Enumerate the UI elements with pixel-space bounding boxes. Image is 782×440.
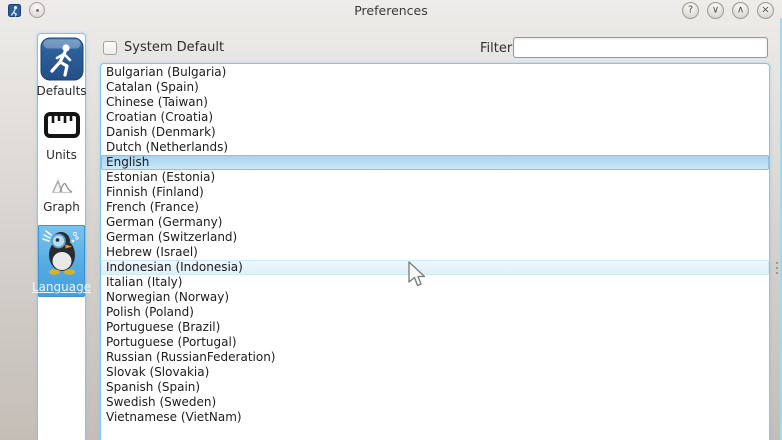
language-list-item[interactable]: Chinese (Taiwan) [101, 95, 769, 110]
sidebar-nav: Defaults Units Graph Language [37, 33, 86, 440]
language-list-item[interactable]: Russian (RussianFederation) [101, 350, 769, 365]
sidebar-item-label: Defaults [36, 84, 86, 98]
language-list-item[interactable]: Croatian (Croatia) [101, 110, 769, 125]
system-default-checkbox[interactable] [103, 41, 117, 55]
language-list-item[interactable]: German (Switzerland) [101, 230, 769, 245]
language-list-item[interactable]: Norwegian (Norway) [101, 290, 769, 305]
system-default-label[interactable]: System Default [124, 40, 224, 55]
language-list-item[interactable]: Hebrew (Israel) [101, 245, 769, 260]
filter-label: Filter [480, 41, 512, 56]
shade-down-icon: ∨ [712, 5, 719, 15]
language-list-item[interactable]: Portuguese (Brazil) [101, 320, 769, 335]
sidebar-item-language[interactable]: Language [38, 225, 85, 297]
language-list-item[interactable]: Dutch (Netherlands) [101, 140, 769, 155]
titlebar-buttons: ? ∨ ∧ × [682, 2, 774, 19]
language-list-item[interactable]: French (France) [101, 200, 769, 215]
shade-up-icon: ∧ [737, 5, 744, 15]
language-list-item[interactable]: Polish (Poland) [101, 305, 769, 320]
language-list-item[interactable]: Bulgarian (Bulgaria) [101, 65, 769, 80]
sidebar-item-defaults[interactable]: Defaults [38, 37, 85, 98]
sidebar-item-graph[interactable]: Graph [38, 177, 85, 214]
shade-down-button[interactable]: ∨ [707, 2, 724, 19]
language-list-item[interactable]: Danish (Denmark) [101, 125, 769, 140]
language-list-item[interactable]: Finnish (Finland) [101, 185, 769, 200]
resize-grip[interactable] [776, 262, 778, 264]
language-list-item[interactable]: Portuguese (Portugal) [101, 335, 769, 350]
titlebar: Preferences ? ∨ ∧ × [0, 0, 782, 21]
sidebar-item-label: Language [32, 280, 91, 294]
shade-up-button[interactable]: ∧ [732, 2, 749, 19]
language-icon [42, 229, 82, 278]
language-list-item[interactable]: Estonian (Estonia) [101, 170, 769, 185]
help-button[interactable]: ? [682, 2, 699, 19]
language-list-item[interactable]: Spanish (Spain) [101, 380, 769, 395]
graph-icon [51, 177, 73, 197]
filter-input[interactable] [513, 37, 768, 58]
language-list-item[interactable]: Italian (Italy) [101, 275, 769, 290]
defaults-icon [40, 37, 84, 84]
language-list-item[interactable]: English [101, 155, 769, 170]
language-list-item[interactable]: Indonesian (Indonesia) [101, 260, 769, 275]
close-icon: × [761, 5, 769, 15]
language-list-item[interactable]: Vietnamese (VietNam) [101, 410, 769, 425]
language-list-item[interactable]: Catalan (Spain) [101, 80, 769, 95]
language-list-item[interactable]: Swedish (Sweden) [101, 395, 769, 410]
sidebar-item-label: Graph [43, 200, 80, 214]
units-icon [43, 110, 81, 143]
language-list-item[interactable]: Slovak (Slovakia) [101, 365, 769, 380]
help-icon: ? [688, 5, 693, 15]
close-button[interactable]: × [757, 2, 774, 19]
language-list: Bulgarian (Bulgaria)Catalan (Spain)Chine… [100, 63, 770, 440]
language-list-item[interactable]: German (Germany) [101, 215, 769, 230]
sidebar-item-units[interactable]: Units [38, 110, 85, 162]
window-title: Preferences [0, 3, 782, 18]
sidebar-item-label: Units [46, 148, 77, 162]
preferences-window: Preferences ? ∨ ∧ × Defaults Units Graph [0, 0, 782, 440]
